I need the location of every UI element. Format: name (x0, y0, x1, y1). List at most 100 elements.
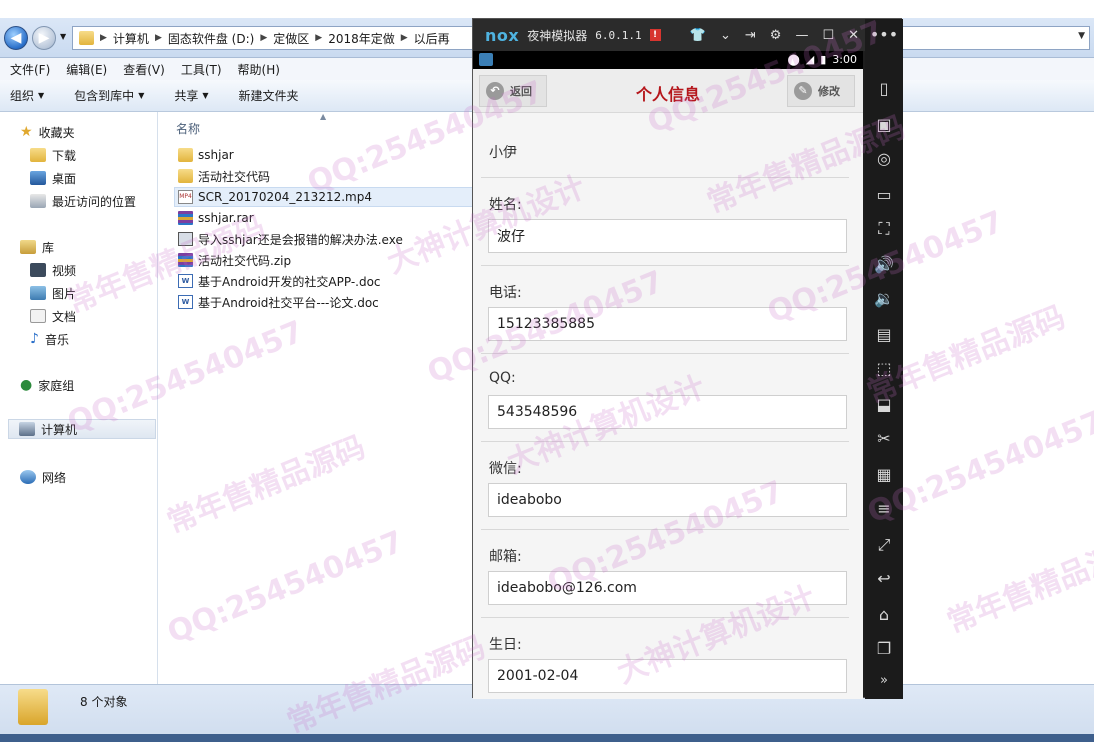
back-icon[interactable]: ↩ (865, 569, 903, 588)
breadcrumb-item[interactable]: 定做区 (273, 30, 309, 47)
phone-field[interactable]: 15123385885 (488, 307, 847, 341)
pin-icon[interactable]: ⇥ (745, 28, 756, 43)
edit-button[interactable]: ✎ 修改 (787, 75, 855, 107)
volume-up-icon[interactable]: 🔊 (865, 255, 903, 274)
divider (481, 177, 849, 178)
birthday-field[interactable]: 2001-02-04 (488, 659, 847, 693)
chevron-right-icon[interactable]: ▶ (100, 33, 107, 43)
nav-network[interactable]: 网络 (20, 467, 66, 487)
chevron-down-icon[interactable]: ⌄ (720, 28, 731, 43)
emulator-titlebar[interactable]: nox 夜神模拟器 6.0.1.1 ! 👕 ⌄ ⇥ ⚙ — ☐ ✕ (473, 19, 865, 51)
volume-down-icon[interactable]: 🔉 (865, 289, 903, 308)
file-item[interactable]: MP4 SCR_20170204_213212.mp4 (174, 187, 474, 207)
breadcrumb-item[interactable]: 固态软件盘 (D:) (168, 30, 254, 47)
column-header-name[interactable]: 名称 (176, 120, 200, 137)
nav-libraries[interactable]: 库 (20, 237, 54, 257)
alert-icon[interactable]: ! (649, 29, 661, 41)
breadcrumb-item[interactable]: 计算机 (113, 30, 149, 47)
share-button[interactable]: 共享 ▼ (174, 87, 208, 104)
location-icon[interactable]: ◎ (865, 149, 903, 168)
divider (481, 617, 849, 618)
chevron-right-icon[interactable]: ▶ (315, 33, 322, 43)
music-note-icon: ♪ (30, 331, 39, 347)
multi-instance-icon[interactable]: ▦ (865, 465, 903, 484)
file-item[interactable]: 导入sshjar还是会报错的解决办法.exe (178, 229, 403, 249)
close-icon[interactable]: ✕ (848, 28, 859, 43)
menu-view[interactable]: 查看(V) (117, 61, 171, 78)
sort-ascending-icon: ▲ (320, 112, 327, 121)
nav-homegroup[interactable]: ● 家庭组 (20, 375, 74, 395)
apk-icon[interactable]: ⬓ (865, 395, 903, 414)
expand-icon[interactable]: » (865, 673, 903, 688)
computer-icon (19, 422, 35, 436)
scissors-icon[interactable]: ✂ (865, 429, 903, 448)
organize-button[interactable]: 组织 ▼ (10, 87, 44, 104)
file-item[interactable]: sshjar.rar (178, 208, 254, 228)
nav-computer[interactable]: 计算机 (8, 419, 156, 439)
clock: 3:00 (832, 53, 857, 66)
folder-icon (178, 169, 193, 183)
chevron-right-icon[interactable]: ▶ (260, 33, 267, 43)
nav-music[interactable]: ♪ 音乐 (30, 329, 69, 349)
chevron-right-icon[interactable]: ▶ (155, 33, 162, 43)
screen-icon[interactable]: ▭ (865, 185, 903, 204)
nav-recent[interactable]: 最近访问的位置 (30, 191, 136, 211)
nav-favorites[interactable]: ★ 收藏夹 (20, 122, 75, 142)
robot-icon[interactable]: ▣ (865, 115, 903, 134)
file-item[interactable]: 活动社交代码 (178, 166, 270, 186)
fullscreen-icon[interactable]: ⛶ (865, 219, 903, 239)
macro-icon[interactable]: ⬚ (865, 359, 903, 378)
menu-edit[interactable]: 编辑(E) (60, 61, 113, 78)
breadcrumb-item[interactable]: 2018年定做 (328, 30, 395, 47)
nav-downloads[interactable]: 下载 (30, 145, 76, 165)
shake-icon[interactable]: ▯ (865, 79, 903, 98)
caret-down-icon: ▼ (38, 91, 45, 100)
menu-tools[interactable]: 工具(T) (175, 61, 228, 78)
nav-videos[interactable]: 视频 (30, 260, 76, 280)
file-item[interactable]: W 基于Android社交平台---论文.doc (178, 292, 379, 312)
qq-field[interactable]: 543548596 (488, 395, 847, 429)
file-item[interactable]: sshjar (178, 145, 234, 165)
home-icon[interactable]: ⌂ (865, 605, 903, 624)
file-item[interactable]: 活动社交代码.zip (178, 250, 291, 270)
divider (481, 265, 849, 266)
shirt-icon[interactable]: 👕 (690, 28, 706, 43)
nav-pictures[interactable]: 图片 (30, 283, 76, 303)
back-button[interactable]: ↶ 返回 (479, 75, 547, 107)
nav-network-label: 网络 (42, 470, 67, 485)
wechat-field[interactable]: ideabobo (488, 483, 847, 517)
gear-icon[interactable]: ⚙ (770, 28, 782, 43)
toolbox-icon[interactable]: ▤ (865, 325, 903, 344)
video-file-icon: MP4 (178, 190, 193, 204)
menu-help[interactable]: 帮助(H) (232, 61, 286, 78)
documents-library-icon (30, 309, 46, 323)
file-item[interactable]: W 基于Android开发的社交APP-.doc (178, 271, 381, 291)
resize-icon[interactable]: ⤢ (865, 535, 903, 555)
email-field[interactable]: ideabobo@126.com (488, 571, 847, 605)
file-name: 基于Android开发的社交APP-.doc (198, 274, 381, 289)
recent-apps-icon[interactable]: ❐ (865, 639, 903, 658)
maximize-icon[interactable]: ☐ (822, 28, 834, 43)
address-dropdown-icon[interactable]: ▼ (1078, 31, 1085, 41)
divider (481, 441, 849, 442)
minimize-icon[interactable]: — (795, 28, 808, 43)
more-icon[interactable]: ••• (865, 25, 903, 44)
new-folder-button[interactable]: 新建文件夹 (239, 87, 299, 104)
menu-file[interactable]: 文件(F) (4, 61, 56, 78)
history-dropdown-icon[interactable]: ▼ (60, 32, 66, 41)
chevron-right-icon[interactable]: ▶ (401, 33, 408, 43)
new-folder-label: 新建文件夹 (238, 89, 299, 103)
back-circle-icon: ↶ (486, 82, 504, 100)
navigation-pane: ★ 收藏夹 下载 桌面 最近访问的位置 库 视频 图片 文档 ♪ 音乐 ● 家庭… (0, 112, 158, 684)
include-in-library-button[interactable]: 包含到库中 ▼ (74, 87, 144, 104)
forward-arrow-icon[interactable]: ▶ (32, 26, 56, 50)
birthday-label: 生日: (489, 637, 522, 653)
name-field[interactable]: 波仔 (488, 219, 847, 253)
breadcrumb-item[interactable]: 以后再 (414, 30, 450, 47)
nav-documents[interactable]: 文档 (30, 306, 76, 326)
battery-icon: ▮ (820, 53, 827, 66)
nav-desktop[interactable]: 桌面 (30, 168, 76, 188)
network-icon (20, 470, 36, 484)
back-arrow-icon[interactable]: ◀ (4, 26, 28, 50)
menu-icon[interactable]: ≡ (865, 499, 903, 518)
